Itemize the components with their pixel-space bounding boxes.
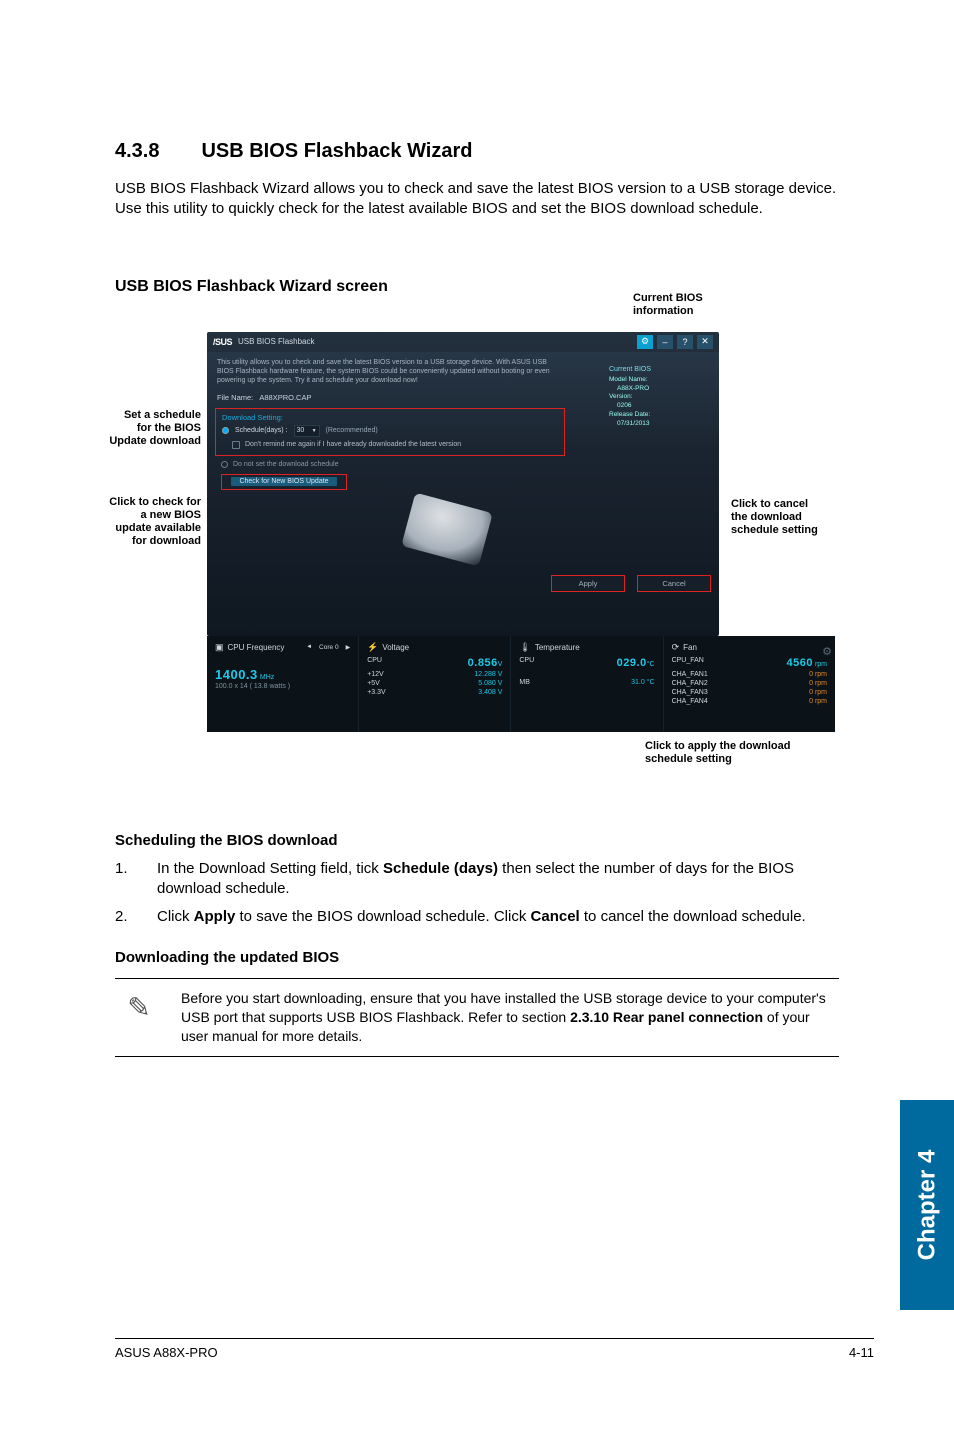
no-schedule-radio[interactable] <box>221 461 228 468</box>
usb-drive-illustration <box>401 492 493 566</box>
bios-version-value: 0206 <box>609 402 707 411</box>
schedule-label: Schedule(days) : <box>235 427 288 434</box>
window-title: USB BIOS Flashback <box>238 337 314 346</box>
monitor-cpu-freq: ▣CPU Frequency ◄ Core 0 ▶ 1400.3 MHz 100… <box>207 636 358 732</box>
chevron-down-icon: ▼ <box>312 428 317 434</box>
section-title: USB BIOS Flashback Wizard <box>201 140 472 162</box>
cpu-freq-value: 1400.3 <box>215 667 258 682</box>
download-setting-panel: Download Setting: Schedule(days) : 30▼ (… <box>215 408 565 456</box>
apply-button[interactable]: Apply <box>551 575 625 592</box>
close-icon[interactable]: ✕ <box>697 335 713 349</box>
bios-model-value: A88X-PRO <box>609 385 707 394</box>
titlebar: /SUS USB BIOS Flashback ⚙ – ? ✕ <box>207 332 719 352</box>
footer-page-number: 4-11 <box>849 1345 874 1360</box>
cancel-button[interactable]: Cancel <box>637 575 711 592</box>
monitor-voltage: ⚡Voltage CPU0.856V +12V12.288 V +5V5.080… <box>358 636 510 732</box>
app-window: /SUS USB BIOS Flashback ⚙ – ? ✕ This uti… <box>207 332 719 636</box>
monitor-settings-icon[interactable]: ⚙ <box>817 642 837 662</box>
callout-check-update: Click to check for a new BIOS update ava… <box>109 496 201 549</box>
bios-release-value: 07/31/2013 <box>609 420 707 429</box>
callout-apply: Click to apply the download schedule set… <box>645 740 795 766</box>
system-monitor-bar: ▣CPU Frequency ◄ Core 0 ▶ 1400.3 MHz 100… <box>207 636 835 732</box>
logo: /SUS <box>213 337 232 347</box>
bios-release-label: Release Date: <box>609 411 650 418</box>
recommended-label: (Recommended) <box>326 427 378 434</box>
page-footer: ASUS A88X-PRO 4-11 <box>115 1338 874 1360</box>
app-description: This utility allows you to check and sav… <box>207 352 567 389</box>
arrow-left-icon[interactable]: ◄ <box>306 644 312 650</box>
chapter-tab: Chapter 4 <box>900 1100 954 1310</box>
bios-version-label: Version: <box>609 393 633 400</box>
callout-schedule: Set a schedule for the BIOS Update downl… <box>109 409 201 449</box>
section-header: 4.3.8 USB BIOS Flashback Wizard <box>115 140 839 163</box>
cpu-freq-sub: 100.0 x 14 ( 13.8 watts ) <box>215 683 350 690</box>
monitor-fan: ⟳Fan CPU_FAN4560 rpm CHA_FAN10 rpm CHA_F… <box>663 636 835 732</box>
arrow-right-icon[interactable]: ▶ <box>346 644 351 651</box>
help-icon[interactable]: ? <box>677 335 693 349</box>
current-bios-panel: Current BIOS Model Name: A88X-PRO Versio… <box>603 360 713 434</box>
thermometer-icon: 🌡 <box>519 642 530 653</box>
file-label: File Name: <box>217 393 253 402</box>
check-update-box: Check for New BIOS Update <box>221 474 347 490</box>
figure: Current BIOS information Set a schedule … <box>115 304 835 774</box>
list-item: 1. In the Download Setting field, tick S… <box>115 859 839 900</box>
section-number: 4.3.8 <box>115 140 197 163</box>
monitor-temp: 🌡Temperature CPU029.0°C MB31.0 °C <box>510 636 662 732</box>
downloading-heading: Downloading the updated BIOS <box>115 949 839 966</box>
callout-cancel: Click to cancel the download schedule se… <box>731 498 821 538</box>
bios-heading: Current BIOS <box>609 365 707 374</box>
bios-model-label: Model Name: <box>609 376 648 383</box>
file-name: A88XPRO.CAP <box>259 393 311 402</box>
settings-icon[interactable]: ⚙ <box>637 335 653 349</box>
download-setting-label: Download Setting: <box>222 413 558 422</box>
dont-remind-checkbox[interactable] <box>232 441 240 449</box>
minimize-icon[interactable]: – <box>657 335 673 349</box>
callout-current-bios: Current BIOS information <box>633 292 743 318</box>
no-schedule-label: Do not set the download schedule <box>233 461 338 468</box>
bolt-icon: ⚡ <box>367 642 378 653</box>
scheduling-heading: Scheduling the BIOS download <box>115 832 839 849</box>
footer-product: ASUS A88X-PRO <box>115 1345 218 1360</box>
intro-paragraph: USB BIOS Flashback Wizard allows you to … <box>115 179 839 220</box>
list-item: 2. Click Apply to save the BIOS download… <box>115 907 839 927</box>
cpu-icon: ▣ <box>215 642 224 653</box>
check-update-button[interactable]: Check for New BIOS Update <box>231 477 336 486</box>
pen-icon: ✎ <box>115 989 163 1024</box>
dont-remind-label: Don't remind me again if I have already … <box>245 441 461 448</box>
fan-icon: ⟳ <box>672 642 680 653</box>
schedule-days-select[interactable]: 30▼ <box>294 425 320 437</box>
schedule-radio[interactable] <box>222 427 229 434</box>
note-box: ✎ Before you start downloading, ensure t… <box>115 978 839 1057</box>
